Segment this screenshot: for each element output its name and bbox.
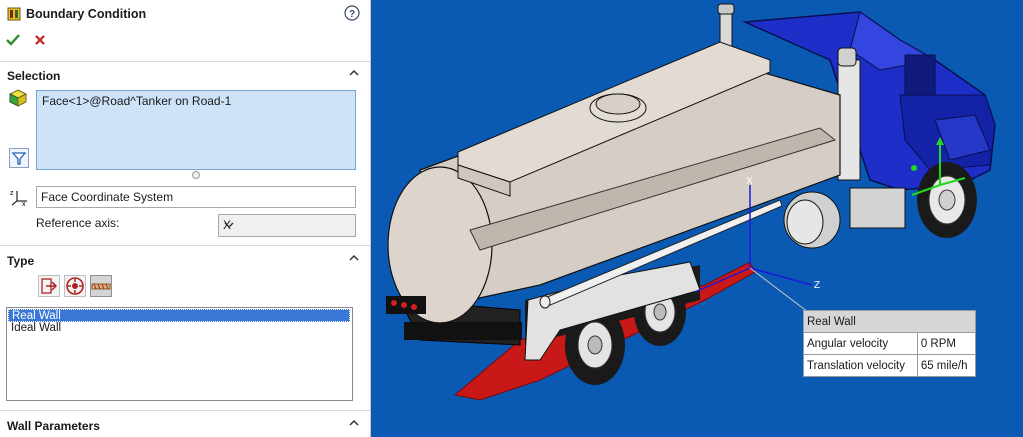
callout-value-angular-velocity: 0 RPM xyxy=(916,332,977,355)
type-section-title: Type xyxy=(7,254,35,268)
coordinate-system-value: Face Coordinate System xyxy=(41,190,174,204)
table-row: Translation velocity 65 mile/h xyxy=(803,354,977,377)
callout-value-translation-velocity: 65 mile/h xyxy=(916,354,977,377)
chevron-up-icon[interactable] xyxy=(348,252,360,267)
svg-text:?: ? xyxy=(349,9,355,20)
filter-button[interactable] xyxy=(9,148,29,168)
callout-label-translation-velocity: Translation velocity xyxy=(803,354,918,377)
svg-text:x: x xyxy=(22,201,26,207)
resize-handle[interactable] xyxy=(192,171,200,179)
divider xyxy=(0,61,370,62)
chevron-up-icon[interactable] xyxy=(348,417,360,432)
face-selection-icon xyxy=(8,89,28,110)
selected-face-item[interactable]: Face<1>@Road^Tanker on Road-1 xyxy=(42,94,231,108)
callout-title: Real Wall xyxy=(803,310,976,333)
coordinate-system-icon: z x xyxy=(9,187,29,210)
wall-type-list[interactable]: Real Wall Ideal Wall xyxy=(6,307,353,401)
cancel-button[interactable] xyxy=(34,34,46,49)
callout-label-angular-velocity: Angular velocity xyxy=(803,332,918,355)
selection-list[interactable]: Face<1>@Road^Tanker on Road-1 xyxy=(36,90,356,170)
boundary-condition-callout: Real Wall Angular velocity 0 RPM Transla… xyxy=(803,310,977,377)
front-wheels xyxy=(917,162,977,238)
boundary-condition-icon xyxy=(7,6,23,25)
chevron-down-icon xyxy=(223,219,351,234)
fan-type-button[interactable] xyxy=(64,275,86,297)
chevron-up-icon[interactable] xyxy=(348,67,360,82)
property-manager-panel: Boundary Condition ? Selection Face<1>@R… xyxy=(0,0,371,437)
rear-lights xyxy=(386,296,426,314)
divider xyxy=(0,410,370,411)
table-row: Angular velocity 0 RPM xyxy=(803,332,977,355)
svg-text:z: z xyxy=(10,190,14,197)
ok-button[interactable] xyxy=(6,33,20,50)
coordinate-system-field[interactable]: Face Coordinate System xyxy=(36,186,356,208)
panel-title: Boundary Condition xyxy=(26,7,147,21)
wall-type-button[interactable] xyxy=(90,275,112,297)
list-item-ideal-wall[interactable]: Ideal Wall xyxy=(8,322,353,335)
z-axis-label: Z xyxy=(814,280,820,291)
help-icon[interactable]: ? xyxy=(344,5,360,24)
type-section-header[interactable]: Type xyxy=(0,251,370,271)
inlet-outlet-type-button[interactable] xyxy=(38,275,60,297)
list-item-real-wall[interactable]: Real Wall xyxy=(8,309,350,322)
reference-axis-dropdown[interactable]: X xyxy=(218,214,356,237)
selection-section-header[interactable]: Selection xyxy=(0,66,370,86)
wall-parameters-section-header[interactable]: Wall Parameters xyxy=(0,416,370,436)
x-axis-label: X xyxy=(746,176,753,187)
reference-axis-label: Reference axis: xyxy=(36,216,120,230)
selection-section-title: Selection xyxy=(7,69,61,83)
wall-parameters-section-title: Wall Parameters xyxy=(7,419,100,433)
divider xyxy=(0,245,370,246)
